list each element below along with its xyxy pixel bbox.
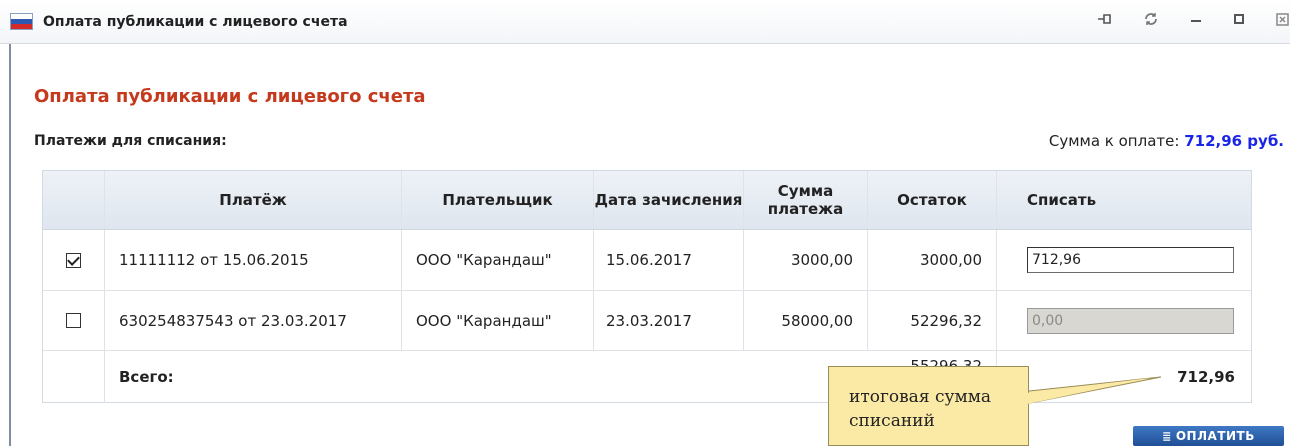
payments-table: Платёж Плательщик Дата зачисления Сумма …: [42, 170, 1252, 403]
window-title: Оплата публикации с лицевого счета: [43, 14, 348, 30]
close-icon[interactable]: [1275, 11, 1290, 33]
pin-icon[interactable]: [1093, 11, 1115, 33]
sum-to-pay: Сумма к оплате: 712,96 руб.: [1049, 132, 1284, 150]
sum-to-pay-label: Сумма к оплате:: [1048, 132, 1180, 150]
row-checkbox[interactable]: [66, 252, 81, 268]
payer-cell: ООО "Карандаш": [402, 230, 594, 290]
refresh-icon[interactable]: [1140, 11, 1162, 33]
amount-cell: 58000,00: [744, 291, 868, 350]
minimize-icon[interactable]: [1185, 11, 1207, 33]
pay-button-label: ОПЛАТИТЬ: [1175, 429, 1255, 443]
callout-note: итоговая сумма списаний: [828, 366, 1029, 446]
sum-to-pay-value: 712,96 руб.: [1184, 132, 1284, 150]
window-frame-border: [9, 44, 11, 446]
remainder-cell: 52296,32: [868, 291, 997, 350]
header-payer[interactable]: Плательщик: [402, 171, 594, 229]
header-remainder[interactable]: Остаток: [868, 171, 997, 229]
header-amount[interactable]: Сумма платежа: [744, 171, 868, 229]
app-flag-icon: [10, 13, 33, 30]
date-cell: 15.06.2017: [594, 230, 744, 290]
window-titlebar: Оплата публикации с лицевого счета: [0, 0, 1290, 44]
amount-cell: 3000,00: [744, 230, 868, 290]
table-row: 11111112 от 15.06.2015 ООО "Карандаш" 15…: [43, 230, 1251, 291]
total-select-cell: [43, 351, 105, 403]
writeoff-cell: [997, 291, 1251, 350]
pay-button[interactable]: ≣ ОПЛАТИТЬ: [1133, 426, 1284, 446]
total-label: Всего:: [119, 368, 174, 386]
coins-icon: ≣: [1162, 429, 1172, 443]
row-checkbox[interactable]: [66, 313, 81, 328]
header-writeoff[interactable]: Списать: [997, 171, 1251, 229]
header-payment[interactable]: Платёж: [105, 171, 402, 229]
payment-cell: 630254837543 от 23.03.2017: [105, 291, 402, 350]
writeoff-input-disabled: [1027, 307, 1234, 334]
table-row: 630254837543 от 23.03.2017 ООО "Карандаш…: [43, 291, 1251, 351]
writeoff-input[interactable]: [1027, 247, 1234, 273]
header-date[interactable]: Дата зачисления: [594, 171, 744, 229]
table-total-row: Всего: 55296,32 712,96: [43, 351, 1251, 403]
header-select: [43, 171, 105, 229]
maximize-icon[interactable]: [1228, 11, 1250, 33]
table-header: Платёж Плательщик Дата зачисления Сумма …: [43, 171, 1251, 230]
date-cell: 23.03.2017: [594, 291, 744, 350]
row-select-cell: [43, 291, 105, 350]
writeoff-cell: [997, 230, 1251, 290]
payments-section-label: Платежи для списания:: [34, 133, 227, 149]
page-heading: Оплата публикации с лицевого счета: [34, 86, 426, 107]
payer-cell: ООО "Карандаш": [402, 291, 594, 350]
total-writeoff: 712,96: [1177, 368, 1235, 386]
row-select-cell: [43, 230, 105, 290]
payment-cell: 11111112 от 15.06.2015: [105, 230, 402, 290]
remainder-cell: 3000,00: [868, 230, 997, 290]
